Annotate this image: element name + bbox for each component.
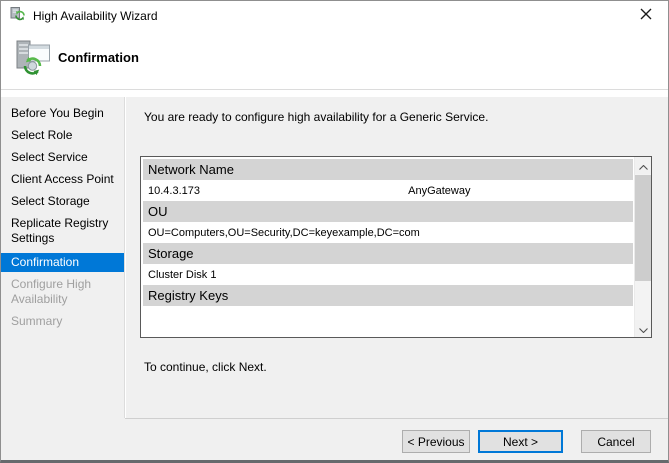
ou-value: OU=Computers,OU=Security,DC=keyexample,D…	[148, 227, 420, 239]
wizard-step-summary: Summary	[1, 314, 124, 329]
header-separator	[1, 89, 668, 90]
storage-row: Cluster Disk 1	[143, 265, 634, 285]
wizard-step-select-service: Select Service	[1, 150, 124, 165]
section-header-ou: OU	[143, 201, 633, 222]
wizard-step-client-access-point: Client Access Point	[1, 172, 124, 187]
section-header-network-name: Network Name	[143, 159, 633, 180]
section-header-storage: Storage	[143, 243, 633, 264]
section-header-registry-keys: Registry Keys	[143, 285, 633, 306]
storage-value: Cluster Disk 1	[148, 269, 216, 281]
chevron-up-icon	[639, 157, 648, 175]
scroll-up-button[interactable]	[635, 157, 651, 174]
wizard-steps-sidebar: Before You Begin Select Role Select Serv…	[1, 97, 124, 460]
wizard-app-icon	[10, 6, 26, 27]
wizard-header: Confirmation	[1, 31, 668, 89]
scrollbar-thumb[interactable]	[635, 175, 651, 281]
wizard-step-before-you-begin: Before You Begin	[1, 106, 124, 121]
window-title: High Availability Wizard	[33, 9, 158, 23]
button-bar-separator	[125, 418, 668, 419]
ou-row: OU=Computers,OU=Security,DC=keyexample,D…	[143, 223, 634, 243]
title-bar: High Availability Wizard	[1, 1, 668, 31]
summary-scrollbar[interactable]	[634, 157, 651, 337]
network-name-value: AnyGateway	[408, 181, 470, 201]
wizard-step-replicate-registry-settings: Replicate Registry Settings	[1, 216, 124, 246]
intro-text: You are ready to configure high availabi…	[144, 110, 488, 124]
network-name-row: 10.4.3.173 AnyGateway	[143, 181, 634, 201]
previous-button[interactable]: < Previous	[402, 430, 470, 453]
network-ip-value: 10.4.3.173	[148, 185, 200, 197]
page-title: Confirmation	[58, 50, 139, 65]
wizard-step-confirmation-current: Confirmation	[1, 253, 124, 272]
main-pane: You are ready to configure high availabi…	[125, 97, 669, 418]
scroll-down-button[interactable]	[635, 320, 651, 337]
close-button[interactable]	[625, 2, 667, 29]
high-availability-wizard-window: High Availability Wizard	[0, 0, 669, 463]
confirmation-summary-box: Network Name 10.4.3.173 AnyGateway OU OU…	[140, 156, 652, 338]
cancel-button[interactable]: Cancel	[581, 430, 651, 453]
continue-hint-text: To continue, click Next.	[144, 360, 267, 374]
wizard-step-select-role: Select Role	[1, 128, 124, 143]
close-icon	[640, 8, 652, 23]
summary-content: Network Name 10.4.3.173 AnyGateway OU OU…	[141, 157, 634, 337]
wizard-step-select-storage: Select Storage	[1, 194, 124, 209]
wizard-step-configure-high-availability: Configure High Availability	[1, 277, 124, 307]
chevron-down-icon	[639, 320, 648, 338]
next-button[interactable]: Next >	[478, 430, 563, 453]
high-availability-icon	[15, 40, 52, 82]
